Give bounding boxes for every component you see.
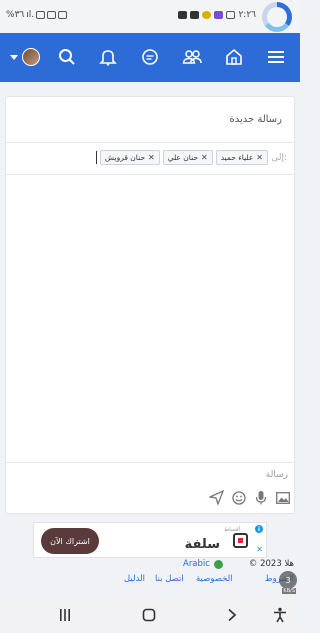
recipient-name: حنان علي [167, 153, 198, 162]
accessibility-icon[interactable] [270, 606, 290, 624]
system-navigation [0, 597, 300, 633]
emoji-icon[interactable] [231, 490, 246, 505]
divider [6, 142, 294, 143]
app-notification-icon [202, 11, 212, 19]
microphone-icon[interactable] [253, 490, 268, 505]
divider [6, 462, 294, 463]
footer-links: الشروط الخصوصية اتصل بنا الدليل [0, 574, 300, 586]
message-history-area [6, 175, 294, 462]
alarm-icon [47, 11, 57, 19]
search-icon[interactable] [55, 45, 79, 69]
recipient-name: حنان قرويش [104, 153, 145, 162]
wifi-icon [36, 11, 46, 19]
remove-recipient-icon[interactable]: ✕ [256, 153, 263, 162]
ad-close-icon[interactable]: ✕ [256, 545, 263, 554]
composer-toolbar [209, 490, 290, 505]
chevron-down-icon [10, 54, 18, 60]
message-input[interactable]: رسالة [266, 470, 288, 480]
contact-link[interactable]: اتصل بنا [155, 574, 184, 584]
status-bar: %٣٦ ıl. ٢:٢٦ [0, 0, 300, 33]
speed-badge[interactable]: 3 [279, 571, 297, 589]
bell-icon[interactable] [96, 45, 120, 69]
home-icon[interactable] [222, 45, 246, 69]
menu-icon[interactable] [264, 45, 288, 69]
copyright: © 2023 هلا [248, 559, 294, 569]
page-title: رسالة جديدة [229, 114, 282, 125]
youtube-icon-2 [190, 11, 200, 19]
recipient-chip[interactable]: حنان علي ✕ [162, 150, 213, 165]
home-button-icon[interactable] [139, 606, 159, 624]
recents-icon[interactable] [55, 606, 75, 624]
status-left: %٣٦ ıl. [6, 10, 68, 20]
chat-icon[interactable] [138, 45, 162, 69]
recipient-chip[interactable]: علياء حميد ✕ [215, 150, 268, 165]
signal-icon: ıl. [26, 10, 35, 20]
ad-cta-button[interactable]: اشتراك الآن [41, 528, 99, 554]
remove-recipient-icon[interactable]: ✕ [148, 153, 155, 162]
status-right: ٢:٢٦ [178, 10, 256, 20]
floating-ring-icon[interactable] [262, 2, 292, 32]
ad-logo [233, 533, 248, 548]
footer-top: © 2023 هلا Arabic [0, 559, 300, 571]
globe-icon [213, 559, 223, 569]
remove-recipient-icon[interactable]: ✕ [201, 153, 208, 162]
status-time: ٢:٢٦ [238, 10, 256, 20]
speed-unit: KB/S [282, 588, 296, 594]
ad-brand: سلفة [184, 537, 220, 552]
image-icon[interactable] [275, 490, 290, 505]
recipient-name: علياء حميد [220, 153, 254, 162]
ad-banner[interactable]: اشتراك الآن أقساط سلفة i ✕ [33, 522, 267, 558]
to-label: إلى: [271, 153, 287, 163]
top-navbar [0, 33, 300, 82]
avatar [22, 48, 40, 66]
new-message-card: رسالة جديدة إلى: علياء حميد ✕ حنان علي ✕… [5, 96, 295, 514]
privacy-link[interactable]: الخصوصية [196, 574, 233, 584]
users-icon[interactable] [180, 45, 204, 69]
viber-icon [214, 11, 224, 19]
guide-link[interactable]: الدليل [124, 574, 145, 584]
ad-info-icon[interactable]: i [255, 525, 263, 533]
recipients-field[interactable]: إلى: علياء حميد ✕ حنان علي ✕ حنان قرويش … [6, 145, 294, 173]
recipient-chips: علياء حميد ✕ حنان علي ✕ حنان قرويش ✕ [93, 150, 268, 165]
battery-percent: %٣٦ [6, 10, 25, 20]
message-icon [226, 11, 236, 19]
send-icon[interactable] [209, 490, 224, 505]
recipient-chip[interactable]: حنان قرويش ✕ [99, 150, 160, 165]
youtube-icon [178, 11, 188, 19]
text-cursor [95, 151, 97, 164]
back-icon[interactable] [222, 606, 242, 624]
account-menu[interactable] [10, 48, 40, 66]
mute-icon [58, 11, 68, 19]
language-label: Arabic [183, 559, 210, 569]
language-selector[interactable]: Arabic [183, 559, 223, 569]
